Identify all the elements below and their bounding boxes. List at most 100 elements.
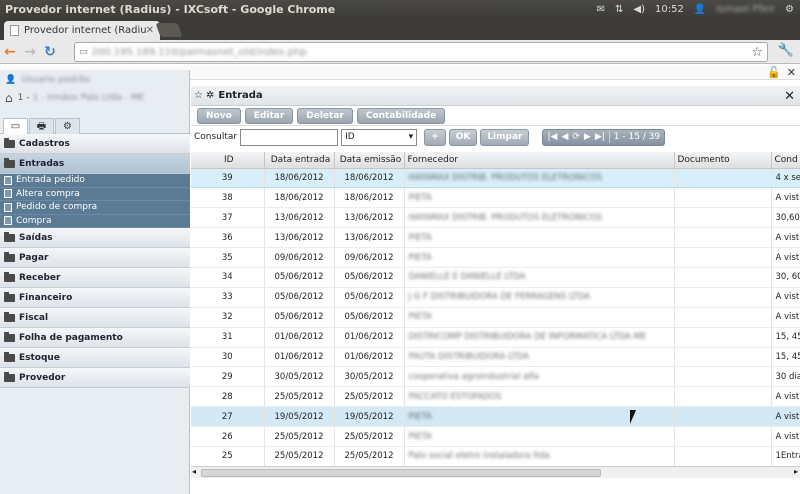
close-panel-icon[interactable]: ✕ — [784, 89, 795, 104]
bookmark-star-icon[interactable]: ☆ — [751, 45, 767, 60]
editar-button[interactable]: Editar — [244, 107, 294, 124]
cell-data-emissao: 05/06/2012 — [334, 267, 405, 288]
filter-select[interactable]: ID ▾ — [341, 128, 418, 146]
cell-cond: 4 x se — [771, 168, 800, 189]
mail-icon[interactable]: ✉ — [597, 4, 605, 15]
network-icon[interactable]: ⇅ — [615, 4, 623, 15]
table-row[interactable]: 38 18/06/2012 18/06/2012 PIETA A vist — [191, 187, 800, 209]
novo-button[interactable]: Novo — [197, 107, 241, 124]
table-row[interactable]: 26 25/05/2012 25/05/2012 PIETA A vist — [191, 426, 800, 447]
back-arrow-icon[interactable]: ← — [0, 44, 20, 60]
wrench-menu-icon[interactable]: 🔧 — [778, 43, 794, 58]
horizontal-scrollbar[interactable]: ◂ ▸ — [191, 466, 800, 478]
pager-divider — [608, 131, 610, 143]
table-row[interactable]: 39 18/06/2012 18/06/2012 HAYAMAX DISTRIB. P… — [191, 168, 800, 189]
first-page-icon[interactable]: |◀ — [547, 132, 557, 142]
scroll-left-icon[interactable]: ◂ — [192, 467, 196, 476]
contabilidade-button[interactable]: Contabilidade — [356, 107, 446, 124]
table-row[interactable]: 30 01/06/2012 01/06/2012 PAUTA DISTRIBUIDOR… — [191, 347, 800, 368]
unlock-icon[interactable]: 🔓 — [767, 66, 781, 79]
column-header-data-emissao[interactable]: Data emissão — [334, 152, 405, 169]
forward-arrow-icon[interactable]: → — [20, 44, 40, 60]
table-row[interactable]: 27 19/05/2012 19/05/2012 PIETA A vist — [191, 406, 800, 428]
cell-id: 34 — [191, 267, 265, 288]
menu-fiscal[interactable]: Fiscal — [0, 308, 190, 328]
menu-pagar[interactable]: Pagar — [0, 248, 190, 268]
table-row[interactable]: 35 09/06/2012 09/06/2012 PIETA A vist — [191, 247, 800, 268]
submenu-entrada-pedido[interactable]: Entrada pedido — [0, 174, 190, 188]
cell-data-emissao: 25/05/2012 — [334, 426, 405, 447]
cell-fornecedor: cooperativa agroindustrial alfa — [404, 366, 675, 388]
last-page-icon[interactable]: ▶| — [595, 132, 605, 142]
cell-cond: 30, 60 — [771, 267, 800, 288]
reload-icon[interactable]: ↻ — [40, 44, 60, 60]
volume-icon[interactable]: ◀) — [633, 4, 645, 15]
refresh-gear-icon[interactable]: ✲ — [206, 90, 214, 101]
os-user-name[interactable]: Ismael Pfeir — [716, 4, 775, 15]
folder-icon — [4, 291, 15, 302]
next-page-icon[interactable]: ▶ — [584, 132, 591, 142]
table-row[interactable]: 32 05/06/2012 05/06/2012 PIETA A vist — [191, 307, 800, 328]
company-row[interactable]: ⌂ 1 - 1 - Irmãos Palo Ltda - ME — [0, 89, 189, 107]
tab-print-icon[interactable]: 🖶 — [29, 118, 54, 134]
menu-financeiro[interactable]: Financeiro — [0, 288, 190, 308]
table-row[interactable]: 25 25/05/2012 25/05/2012 Palo social eletro… — [191, 446, 800, 466]
table-row[interactable]: 28 25/05/2012 25/05/2012 PACCATO ESTOFADOS A… — [191, 386, 800, 408]
address-bar[interactable]: ▭ 200.195.189.110/palmasnet_old/index.ph… — [74, 42, 768, 62]
deletar-button[interactable]: Deletar — [297, 107, 353, 124]
prev-page-icon[interactable]: ◀ — [561, 132, 568, 142]
cell-data-emissao: 19/05/2012 — [334, 406, 405, 428]
scrollbar-thumb[interactable] — [201, 469, 601, 477]
add-filter-button[interactable]: + — [424, 128, 446, 146]
favorite-star-icon[interactable]: ☆ — [194, 90, 203, 101]
menu-folha-de-pagamento[interactable]: Folha de pagamento — [0, 328, 190, 348]
search-input[interactable] — [240, 128, 339, 146]
power-gear-icon[interactable]: ⚙ — [785, 4, 794, 15]
menu-estoque[interactable]: Estoque — [0, 348, 190, 368]
cell-cond: 1Entra — [771, 446, 800, 466]
close-app-icon[interactable]: ✕ — [787, 66, 796, 79]
browser-tab[interactable]: Provedor internet (Radius ✕ — [4, 21, 160, 40]
tab-settings-gear-icon[interactable]: ⚙ — [55, 118, 80, 134]
refresh-icon[interactable]: ⟳ — [572, 132, 580, 142]
table-row[interactable]: 37 13/06/2012 13/06/2012 HAYAMAX DISTRIB. P… — [191, 207, 800, 229]
ok-button[interactable]: OK — [448, 128, 478, 146]
company-name: 1 - Irmãos Palo Ltda - ME — [32, 93, 145, 103]
column-header-cond[interactable]: Cond — [771, 152, 800, 169]
menu-saidas[interactable]: Saídas — [0, 228, 190, 248]
cell-data-entrada: 19/05/2012 — [264, 406, 335, 428]
document-icon — [4, 202, 12, 212]
limpar-button[interactable]: Limpar — [480, 128, 530, 146]
column-header-documento[interactable]: Documento — [674, 152, 772, 169]
cell-data-emissao: 30/05/2012 — [334, 366, 405, 388]
menu-entradas[interactable]: Entradas — [0, 154, 190, 174]
clock[interactable]: 10:52 — [655, 4, 684, 15]
menu-cadastros[interactable]: Cadastros — [0, 134, 190, 154]
table-row[interactable]: 31 01/06/2012 01/06/2012 DISTRICOMP DISTRIB… — [191, 327, 800, 348]
table-row[interactable]: 36 13/06/2012 13/06/2012 PIETA A vist — [191, 227, 800, 249]
table-row[interactable]: 34 05/06/2012 05/06/2012 DANIELLE E DANIELL… — [191, 267, 800, 288]
cell-documento — [674, 207, 772, 229]
cell-cond: A vist — [771, 247, 800, 268]
submenu-compra[interactable]: Compra — [0, 215, 190, 228]
cell-id: 29 — [191, 366, 265, 388]
document-icon — [4, 216, 12, 226]
table-row[interactable]: 33 05/06/2012 05/06/2012 J G F DISTRIBUIDOR… — [191, 287, 800, 308]
table-row[interactable]: 29 30/05/2012 30/05/2012 cooperativa agroin… — [191, 366, 800, 388]
column-header-data-entrada[interactable]: Data entrada — [264, 152, 335, 169]
page-icon: ▭ — [79, 47, 88, 57]
menu-receber[interactable]: Receber — [0, 268, 190, 288]
new-tab-button[interactable] — [155, 23, 183, 37]
tab-window-icon[interactable]: ▭ — [3, 118, 28, 134]
scroll-right-icon[interactable]: ▸ — [794, 467, 798, 476]
column-header-fornecedor[interactable]: Fornecedor — [404, 152, 675, 169]
cell-fornecedor: J G F DISTRIBUIDORA DE FERRAGENS LTDA — [404, 287, 675, 308]
cell-data-emissao: 13/06/2012 — [334, 207, 405, 229]
column-header-id[interactable]: ID — [191, 152, 265, 169]
menu-provedor[interactable]: Provedor — [0, 368, 190, 388]
submenu-pedido-de-compra[interactable]: Pedido de compra — [0, 201, 190, 215]
grid-header-row: ID Data entrada Data emissão Fornecedor … — [191, 152, 800, 169]
home-icon: ⌂ — [5, 91, 13, 105]
submenu-altera-compra[interactable]: Altera compra — [0, 188, 190, 201]
close-tab-icon[interactable]: ✕ — [146, 25, 154, 36]
